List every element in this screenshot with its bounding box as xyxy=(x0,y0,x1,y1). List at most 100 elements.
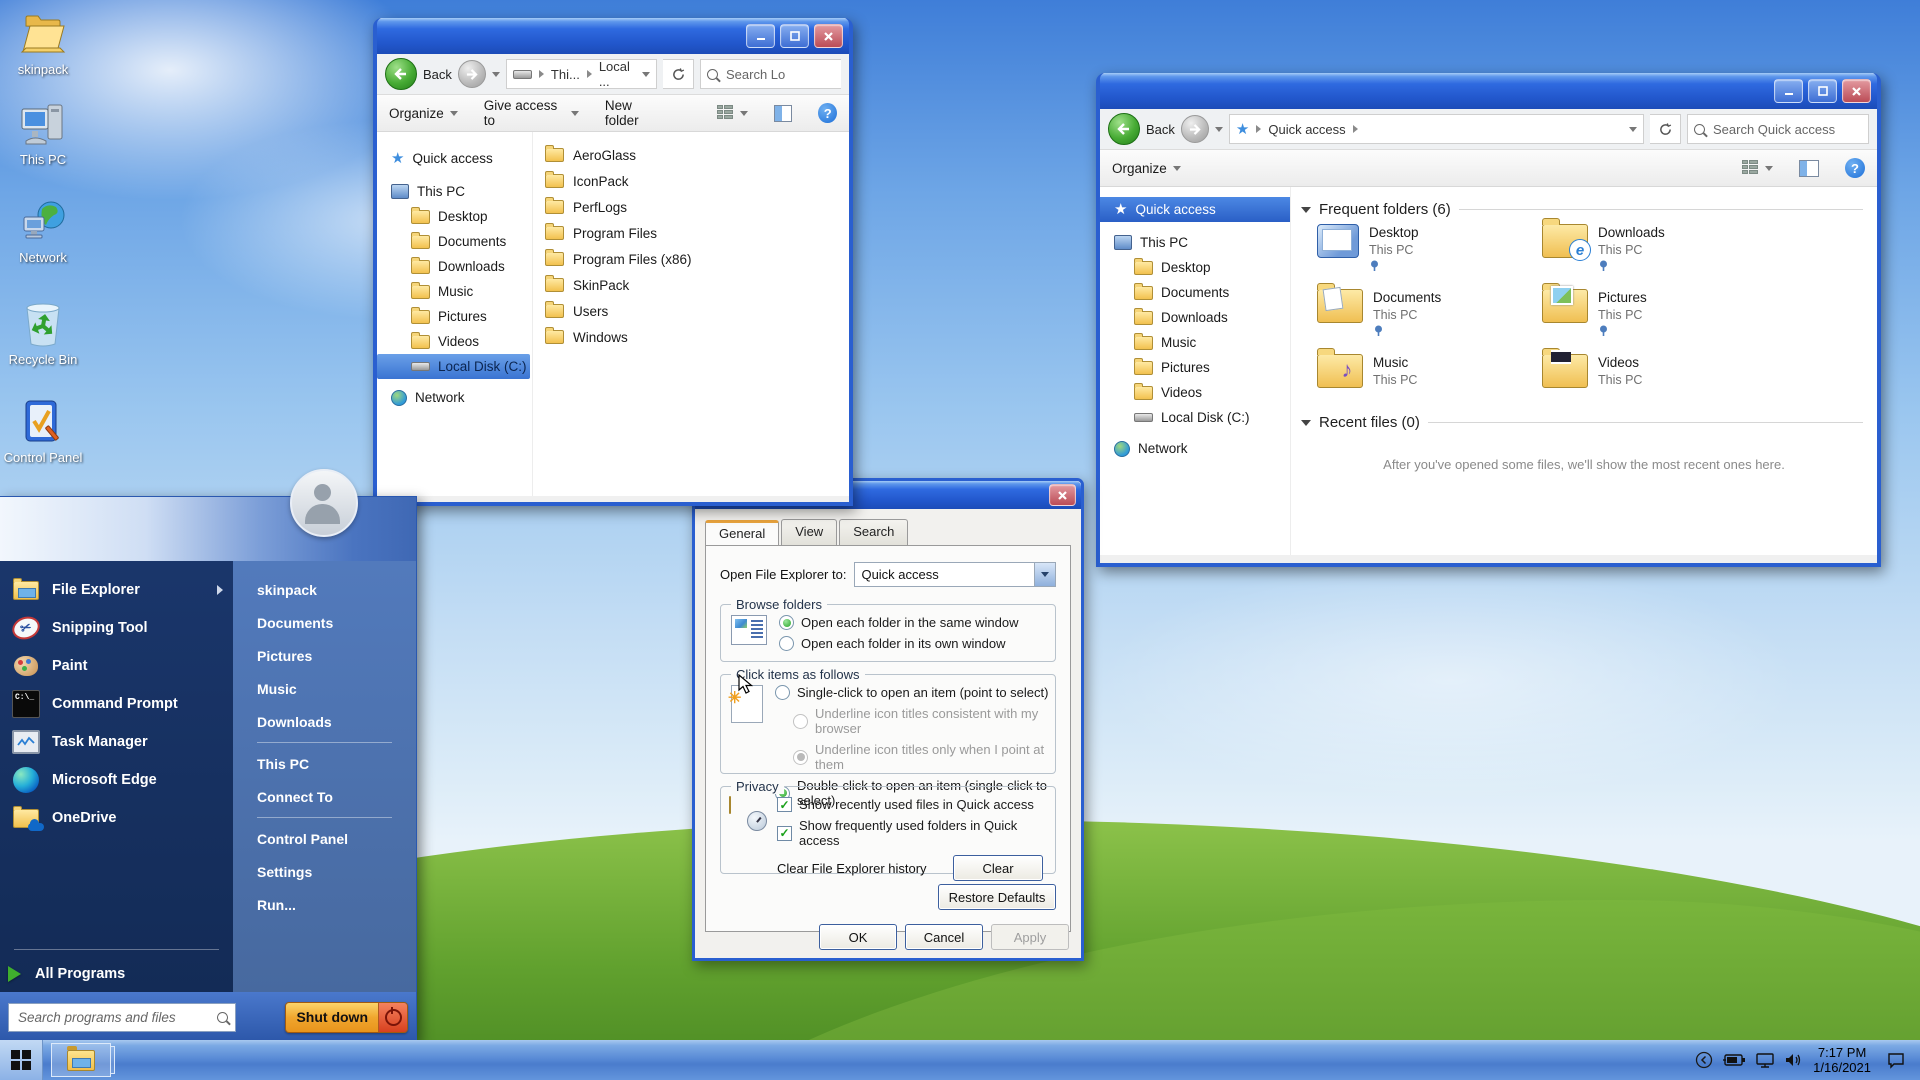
help-icon[interactable]: ? xyxy=(818,103,837,123)
file-row[interactable]: IconPack xyxy=(545,168,849,194)
history-dropdown-icon[interactable] xyxy=(1215,127,1223,132)
start-item-task-manager[interactable]: Task Manager xyxy=(0,723,233,761)
sidebar-item-videos[interactable]: Videos xyxy=(377,329,532,354)
clear-button[interactable]: Clear xyxy=(953,855,1043,881)
new-folder-button[interactable]: New folder xyxy=(605,98,665,128)
power-icon[interactable] xyxy=(378,1003,407,1032)
start-search-input[interactable] xyxy=(16,1009,211,1026)
chevron-down-icon[interactable] xyxy=(1629,127,1637,132)
sidebar-item-pictures[interactable]: Pictures xyxy=(1100,355,1290,380)
preview-pane-icon[interactable] xyxy=(774,105,793,122)
start-item-control-panel[interactable]: Control Panel xyxy=(233,822,416,855)
sidebar-item-pictures[interactable]: Pictures xyxy=(377,304,532,329)
start-item-onedrive[interactable]: OneDrive xyxy=(0,799,233,837)
sidebar-item-network[interactable]: Network xyxy=(1100,436,1290,461)
refresh-button[interactable] xyxy=(1650,114,1681,144)
shut-down-button[interactable]: Shut down xyxy=(285,1002,408,1033)
start-item-file-explorer[interactable]: File Explorer xyxy=(0,571,233,609)
frequent-folder-desktop[interactable]: DesktopThis PC xyxy=(1317,224,1542,275)
window-titlebar[interactable] xyxy=(1100,73,1877,109)
minimize-icon[interactable] xyxy=(746,24,775,48)
hidden-icons-chevron-icon[interactable] xyxy=(1695,1051,1713,1069)
forward-button[interactable] xyxy=(458,60,486,88)
back-button[interactable]: Back xyxy=(1108,113,1175,145)
network-icon[interactable] xyxy=(1755,1052,1775,1069)
frequent-folders-header[interactable]: Frequent folders (6) xyxy=(1301,201,1863,218)
minimize-icon[interactable] xyxy=(1774,79,1803,103)
file-row[interactable]: Users xyxy=(545,298,849,324)
start-item-run[interactable]: Run... xyxy=(233,888,416,921)
file-row[interactable]: AeroGlass xyxy=(545,142,849,168)
desktop-icon-control-panel[interactable]: Control Panel xyxy=(0,398,86,465)
tab-view[interactable]: View xyxy=(781,519,837,545)
desktop-icon-skinpack[interactable]: skinpack xyxy=(0,10,86,77)
recent-files-header[interactable]: Recent files (0) xyxy=(1301,414,1863,431)
radio-same-window[interactable]: Open each folder in the same window xyxy=(779,615,1045,630)
start-item-connect-to[interactable]: Connect To xyxy=(233,780,416,813)
sidebar-item-documents[interactable]: Documents xyxy=(377,229,532,254)
sidebar-item-videos[interactable]: Videos xyxy=(1100,380,1290,405)
search-box[interactable] xyxy=(1687,114,1869,144)
frequent-folder-music[interactable]: ♪ MusicThis PC xyxy=(1317,354,1542,388)
chevron-down-icon[interactable] xyxy=(642,72,650,77)
notification-icon[interactable] xyxy=(1886,1051,1906,1069)
frequent-folder-pictures[interactable]: PicturesThis PC xyxy=(1542,289,1767,340)
history-dropdown-icon[interactable] xyxy=(492,72,500,77)
address-bar[interactable]: ★ Quick access xyxy=(1229,114,1644,144)
checkbox-recent-files[interactable]: ✓ Show recently used files in Quick acce… xyxy=(777,797,1049,812)
close-icon[interactable] xyxy=(814,24,843,48)
view-button[interactable] xyxy=(1742,160,1773,176)
sidebar-item-local-disk-selected[interactable]: Local Disk (C:) xyxy=(377,354,530,379)
help-icon[interactable]: ? xyxy=(1845,158,1865,178)
cancel-button[interactable]: Cancel xyxy=(905,924,983,950)
search-box[interactable] xyxy=(700,59,841,89)
search-input[interactable] xyxy=(724,66,835,83)
frequent-folder-videos[interactable]: VideosThis PC xyxy=(1542,354,1767,388)
sidebar-item-downloads[interactable]: Downloads xyxy=(377,254,532,279)
refresh-button[interactable] xyxy=(663,59,694,89)
sidebar-item-downloads[interactable]: Downloads xyxy=(1100,305,1290,330)
start-button[interactable] xyxy=(0,1040,43,1080)
taskbar-file-explorer-button[interactable] xyxy=(51,1043,111,1077)
breadcrumb[interactable]: Local ... xyxy=(599,59,635,89)
start-item-downloads[interactable]: Downloads xyxy=(233,705,416,738)
start-item-paint[interactable]: Paint xyxy=(0,647,233,685)
close-icon[interactable] xyxy=(1842,79,1871,103)
battery-icon[interactable] xyxy=(1722,1052,1746,1068)
search-input[interactable] xyxy=(1711,121,1862,138)
open-to-combobox[interactable]: Quick access xyxy=(854,562,1056,587)
sidebar-item-this-pc[interactable]: This PC xyxy=(377,179,532,204)
start-item-this-pc[interactable]: This PC xyxy=(233,747,416,780)
sidebar-item-desktop[interactable]: Desktop xyxy=(1100,255,1290,280)
sidebar-item-local-disk[interactable]: Local Disk (C:) xyxy=(1100,405,1290,430)
preview-pane-icon[interactable] xyxy=(1799,160,1819,177)
start-item-skinpack[interactable]: skinpack xyxy=(233,573,416,606)
file-row[interactable]: Windows xyxy=(545,324,849,350)
radio-single-click[interactable]: Single-click to open an item (point to s… xyxy=(775,685,1049,700)
restore-defaults-button[interactable]: Restore Defaults xyxy=(938,884,1056,910)
volume-icon[interactable] xyxy=(1784,1052,1804,1068)
frequent-folder-downloads[interactable]: e DownloadsThis PC xyxy=(1542,224,1767,275)
file-row[interactable]: SkinPack xyxy=(545,272,849,298)
ok-button[interactable]: OK xyxy=(819,924,897,950)
back-button[interactable]: Back xyxy=(385,58,452,90)
start-item-snipping-tool[interactable]: ✂ Snipping Tool xyxy=(0,609,233,647)
breadcrumb[interactable]: Thi... xyxy=(551,67,580,82)
start-item-pictures[interactable]: Pictures xyxy=(233,639,416,672)
apply-button[interactable]: Apply xyxy=(991,924,1069,950)
sidebar-item-quick-access[interactable]: ★Quick access xyxy=(377,146,532,171)
checkbox-frequent-folders[interactable]: ✓ Show frequently used folders in Quick … xyxy=(777,818,1049,848)
desktop-icon-this-pc[interactable]: This PC xyxy=(0,100,86,167)
sidebar-item-desktop[interactable]: Desktop xyxy=(377,204,532,229)
breadcrumb[interactable]: Quick access xyxy=(1268,122,1345,137)
sidebar-item-this-pc[interactable]: This PC xyxy=(1100,230,1290,255)
tab-general[interactable]: General xyxy=(705,520,779,546)
combobox-dropdown-button[interactable] xyxy=(1034,563,1055,586)
radio-own-window[interactable]: Open each folder in its own window xyxy=(779,636,1045,651)
file-row[interactable]: Program Files (x86) xyxy=(545,246,849,272)
sidebar-item-music[interactable]: Music xyxy=(377,279,532,304)
organize-button[interactable]: Organize xyxy=(1112,161,1181,176)
file-row[interactable]: Program Files xyxy=(545,220,849,246)
start-item-microsoft-edge[interactable]: Microsoft Edge xyxy=(0,761,233,799)
all-programs-button[interactable]: All Programs xyxy=(0,956,233,992)
